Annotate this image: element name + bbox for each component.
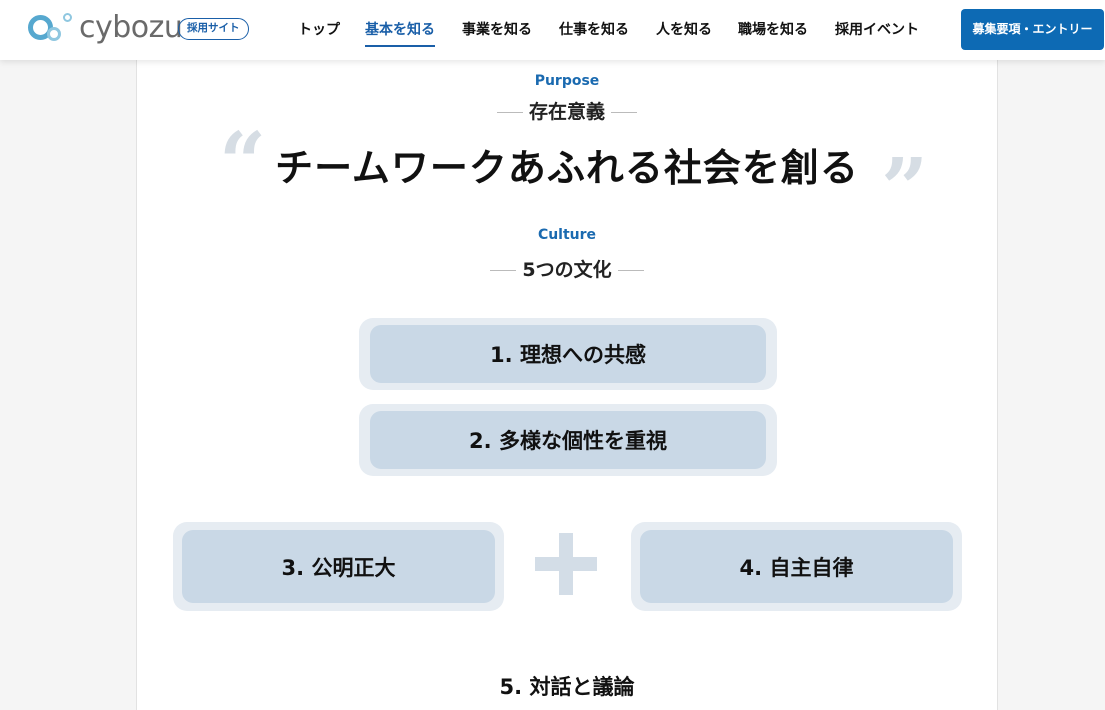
- heading-dash-right: [611, 112, 637, 113]
- main-content: Purpose 存在意義 “ チームワークあふれる社会を創る ” Culture…: [136, 60, 998, 710]
- culture-title: 5つの文化: [522, 259, 612, 281]
- culture-item: 2. 多様な個性を重視: [359, 404, 777, 476]
- nav-item-business[interactable]: 事業を知る: [462, 19, 532, 45]
- heading-dash-right: [617, 270, 644, 271]
- close-quote-icon: ”: [881, 141, 929, 237]
- entry-button[interactable]: 募集要項・エントリー: [961, 9, 1104, 50]
- logo-circle-small-icon: [63, 13, 72, 22]
- culture-item: 1. 理想への共感: [359, 318, 777, 390]
- recruit-site-badge: 採用サイト: [178, 18, 249, 40]
- nav-item-workplace[interactable]: 職場を知る: [738, 19, 808, 45]
- culture-heading: 5つの文化: [137, 255, 997, 282]
- culture-item: 4. 自主自律: [631, 522, 962, 611]
- plus-icon: [535, 533, 597, 595]
- nav-item-top[interactable]: トップ: [298, 19, 340, 45]
- culture-item-label: 4. 自主自律: [640, 530, 953, 603]
- culture-item-label: 2. 多様な個性を重視: [370, 411, 766, 469]
- nav-item-work[interactable]: 仕事を知る: [559, 19, 629, 45]
- purpose-heading: 存在意義: [137, 97, 997, 124]
- culture-item-label: 3. 公明正大: [182, 530, 495, 603]
- nav-item-basics[interactable]: 基本を知る: [365, 19, 435, 47]
- heading-dash-left: [490, 270, 517, 271]
- purpose-eyebrow: Purpose: [534, 73, 600, 89]
- culture-item: 3. 公明正大: [173, 522, 504, 611]
- cybozu-logo[interactable]: cybozu: [28, 11, 183, 48]
- site-header: cybozu 採用サイト トップ 基本を知る 事業を知る 仕事を知る 人を知る …: [0, 0, 1105, 60]
- nav-item-people[interactable]: 人を知る: [656, 19, 712, 45]
- logo-wordmark: cybozu: [79, 10, 183, 45]
- logo-circle-medium-icon: [47, 27, 61, 41]
- purpose-headline: チームワークあふれる社会を創る: [275, 146, 859, 190]
- culture-eyebrow: Culture: [537, 227, 597, 243]
- culture-item-label: 1. 理想への共感: [370, 325, 766, 383]
- culture-item-label: 5. 対話と議論: [499, 675, 635, 699]
- nav-item-events[interactable]: 採用イベント: [835, 19, 919, 45]
- heading-dash-left: [496, 112, 523, 113]
- purpose-title: 存在意義: [528, 101, 605, 123]
